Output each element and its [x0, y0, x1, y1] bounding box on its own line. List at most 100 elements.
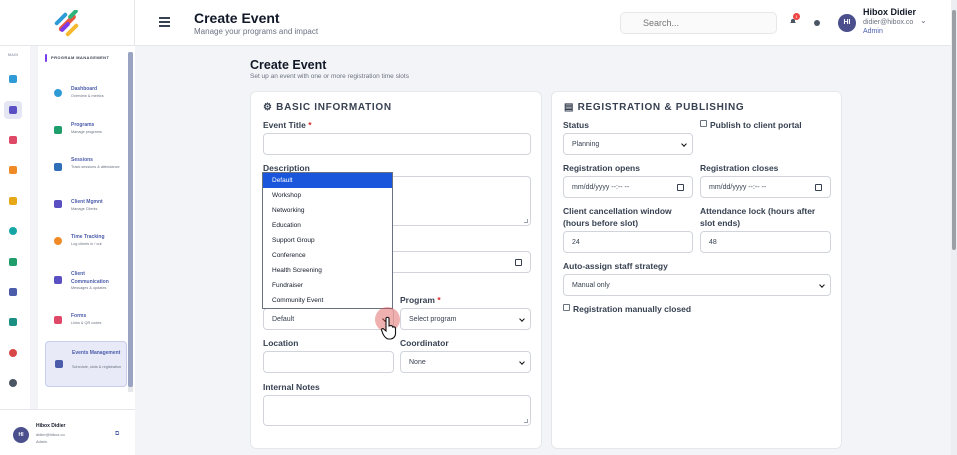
- user-role: Admin: [863, 28, 883, 35]
- dropdown-option[interactable]: Conference: [263, 248, 392, 263]
- calendar-icon[interactable]: [677, 184, 684, 191]
- dropdown-option[interactable]: Support Group: [263, 233, 392, 248]
- external-link-icon[interactable]: ⧉: [115, 431, 119, 438]
- header-title: Create Event: [194, 10, 280, 26]
- required-mark: *: [437, 295, 441, 305]
- datetime-value: mm/dd/yyyy --:-- --: [709, 183, 767, 191]
- nav-item-dashboard[interactable]: Dashboard Overview & metrics: [45, 75, 127, 113]
- rail-reports-icon[interactable]: [4, 283, 22, 301]
- chat-icon: [54, 276, 62, 284]
- sessions-icon: [54, 163, 62, 171]
- info-icon: ⚙: [263, 102, 277, 113]
- nav-item-title: Time Tracking: [71, 234, 105, 240]
- manual-close-checkbox[interactable]: [563, 304, 570, 311]
- rail-network-icon[interactable]: [4, 253, 22, 271]
- registration-card: ▤ REGISTRATION & PUBLISHING Status Publi…: [551, 91, 842, 449]
- resize-grip[interactable]: [524, 219, 528, 223]
- publish-checkbox[interactable]: [700, 120, 707, 127]
- clipboard-icon: ▤: [564, 102, 578, 113]
- label-text: Event Title: [263, 120, 306, 130]
- nav-item-title: Client Communication: [71, 271, 109, 285]
- rail-programs-icon[interactable]: [4, 101, 22, 119]
- program-label: Program *: [400, 294, 441, 306]
- rail-campaign-icon[interactable]: [4, 131, 22, 149]
- nav-item-desc: Schedule, slots & registration: [72, 365, 122, 369]
- nav-item-events-management[interactable]: Events Management Schedule, slots & regi…: [45, 341, 127, 387]
- event-title-input[interactable]: [263, 133, 531, 155]
- scrollbar-thumb[interactable]: [952, 10, 956, 250]
- theme-toggle-icon[interactable]: [814, 20, 820, 26]
- calendar-icon[interactable]: [515, 259, 522, 266]
- chevron-down-icon[interactable]: ⌄: [920, 16, 927, 25]
- rail-finance-icon[interactable]: [4, 192, 22, 210]
- cancellation-window-input[interactable]: 24: [563, 231, 693, 253]
- coordinator-select[interactable]: None: [400, 351, 531, 373]
- dropdown-option[interactable]: Fundraiser: [263, 278, 392, 293]
- user-name: Hibox Didier: [863, 7, 917, 17]
- card-title-text: BASIC INFORMATION: [276, 102, 392, 113]
- header-subtitle: Manage your programs and impact: [194, 27, 319, 36]
- programs-icon: [54, 126, 62, 134]
- internal-notes-textarea[interactable]: [263, 395, 531, 426]
- internal-notes-label: Internal Notes: [263, 382, 320, 392]
- page-subtitle: Set up an event with one or more registr…: [250, 73, 409, 80]
- location-input[interactable]: [263, 351, 394, 373]
- dropdown-option[interactable]: Networking: [263, 203, 392, 218]
- basic-info-title: ⚙ BASIC INFORMATION: [263, 102, 392, 113]
- rail-settings-icon[interactable]: [4, 374, 22, 392]
- coordinator-label: Coordinator: [400, 338, 449, 348]
- rail-analytics-icon[interactable]: [4, 344, 22, 362]
- registration-opens-input[interactable]: mm/dd/yyyy --:-- --: [563, 176, 693, 198]
- nav-item-client-mgmt[interactable]: Client Mgmnt Manage Clients: [45, 186, 127, 224]
- staff-strategy-select[interactable]: Manual only: [563, 274, 831, 296]
- rail-documents-icon[interactable]: [4, 161, 22, 179]
- required-mark: *: [308, 120, 312, 130]
- rail-tasks-icon[interactable]: [4, 222, 22, 240]
- nav-item-sessions[interactable]: Sessions Track sessions & attendance: [45, 149, 127, 187]
- registration-closes-input[interactable]: mm/dd/yyyy --:-- --: [700, 176, 831, 198]
- nav-scrollbar[interactable]: [128, 52, 133, 392]
- dropdown-option[interactable]: Community Event: [263, 293, 392, 308]
- nav-item-programs[interactable]: Programs Manage programs: [45, 112, 127, 150]
- datetime-value: mm/dd/yyyy --:-- --: [572, 183, 630, 191]
- nav-item-desc: Manage programs: [71, 130, 102, 134]
- rail-section-label: MAIN: [8, 53, 19, 57]
- menu-toggle-icon[interactable]: [159, 17, 170, 27]
- nav-item-forms[interactable]: Forms Links & QR codes: [45, 302, 127, 340]
- dropdown-option[interactable]: Health Screening: [263, 263, 392, 278]
- notification-badge: 1: [793, 13, 800, 20]
- registration-opens-label: Registration opens: [563, 163, 640, 173]
- sidebar-user-card: HI Hibox Didier didier@hibox.co Admin ⧉: [0, 409, 135, 455]
- nav-item-desc: Messages & updates: [71, 286, 107, 290]
- attendance-lock-input[interactable]: 48: [700, 231, 831, 253]
- nav-item-time-tracking[interactable]: Time Tracking Log clients in / out: [45, 223, 127, 261]
- staff-strategy-label: Auto-assign staff strategy: [563, 261, 668, 271]
- user-menu[interactable]: Hibox Didier didier@hibox.co Admin: [863, 7, 916, 35]
- forms-icon: [54, 316, 62, 324]
- search-input[interactable]: [620, 12, 777, 34]
- avatar[interactable]: HI: [13, 427, 29, 443]
- dropdown-option[interactable]: Workshop: [263, 188, 392, 203]
- status-select[interactable]: Planning: [563, 133, 693, 155]
- registration-title: ▤ REGISTRATION & PUBLISHING: [564, 102, 744, 113]
- rail-people-icon[interactable]: [4, 313, 22, 331]
- resize-grip[interactable]: [524, 419, 528, 423]
- nav-item-client-communication[interactable]: Client Communication Messages & updates: [45, 262, 127, 300]
- event-type-dropdown-list[interactable]: Default Workshop Networking Education Su…: [262, 172, 393, 309]
- program-select[interactable]: Select program: [400, 308, 531, 330]
- top-header: Create Event Manage your programs and im…: [135, 0, 957, 46]
- label-text: Program: [400, 295, 435, 305]
- avatar[interactable]: HI: [838, 14, 856, 32]
- icon-rail: MAIN: [0, 46, 30, 409]
- app-logo[interactable]: [0, 0, 135, 46]
- nav-item-desc: Links & QR codes: [71, 321, 102, 325]
- dropdown-option[interactable]: Default: [263, 173, 392, 188]
- nav-item-desc: Manage Clients: [71, 207, 98, 211]
- nav-item-title: Sessions: [71, 157, 93, 163]
- calendar-icon[interactable]: [815, 184, 822, 191]
- dropdown-option[interactable]: Education: [263, 218, 392, 233]
- page-scrollbar[interactable]: [951, 0, 957, 455]
- page-title: Create Event: [250, 58, 327, 72]
- nav-item-desc: Track sessions & attendance: [71, 165, 120, 169]
- rail-home-icon[interactable]: [4, 70, 22, 88]
